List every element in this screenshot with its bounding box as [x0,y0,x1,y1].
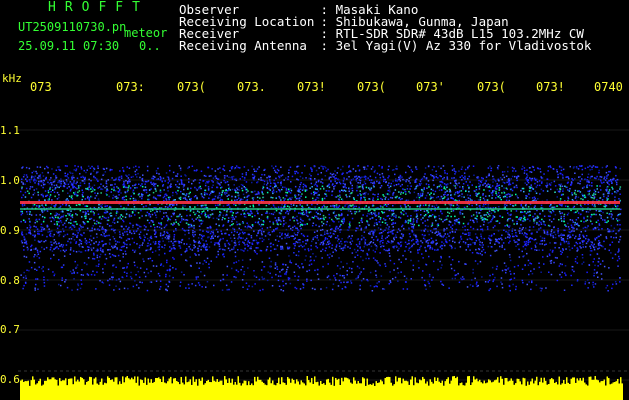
y-tick-label: 0.8 [0,274,20,287]
brand-title: HROFFT [48,0,149,15]
time-tick-label: 073. [237,80,266,94]
amplitude-bar [20,376,623,400]
y-tick-label: 0.7 [0,323,20,336]
time-tick-label: 073! [536,80,565,94]
info-label: Receiving Antenna [179,38,307,53]
y-tick-label: 1.1 [0,124,20,137]
counter-label: 0.. [139,39,161,53]
echo-line-upper [20,201,620,204]
date-time: 25.09.11 07:30 [18,39,120,53]
time-tick-label: 073: [116,80,145,94]
noise-band [20,165,622,292]
time-tick-label: 0740 [594,80,623,94]
time-tick-label: 073( [357,80,386,94]
time-tick-label: 073( [477,80,506,94]
y-tick-label: 0.6 [0,373,20,386]
echo-line-lower [20,208,620,210]
time-tick-label: 073! [297,80,326,94]
time-tick-label: 073( [177,80,206,94]
info-row-antenna: Receiving Antenna : 3el Yagi(V) Az 330 f… [179,38,592,53]
station-info: Observer : Masaki Kano Receiving Locatio… [179,3,592,53]
time-tick-label: 073' [416,80,445,94]
time-tick-label: 073 [30,80,52,94]
header: HROFFT UT2509110730.pn meteor 25.09.11 0… [0,0,629,72]
file-name: UT2509110730.pn [18,20,127,34]
y-unit-label: kHz [2,72,22,85]
y-tick-label: 1.0 [0,174,20,187]
y-tick-label: 0.9 [0,224,20,237]
mode-label: meteor [124,26,168,40]
info-value: 3el Yagi(V) Az 330 for Vladivostok [335,38,592,53]
